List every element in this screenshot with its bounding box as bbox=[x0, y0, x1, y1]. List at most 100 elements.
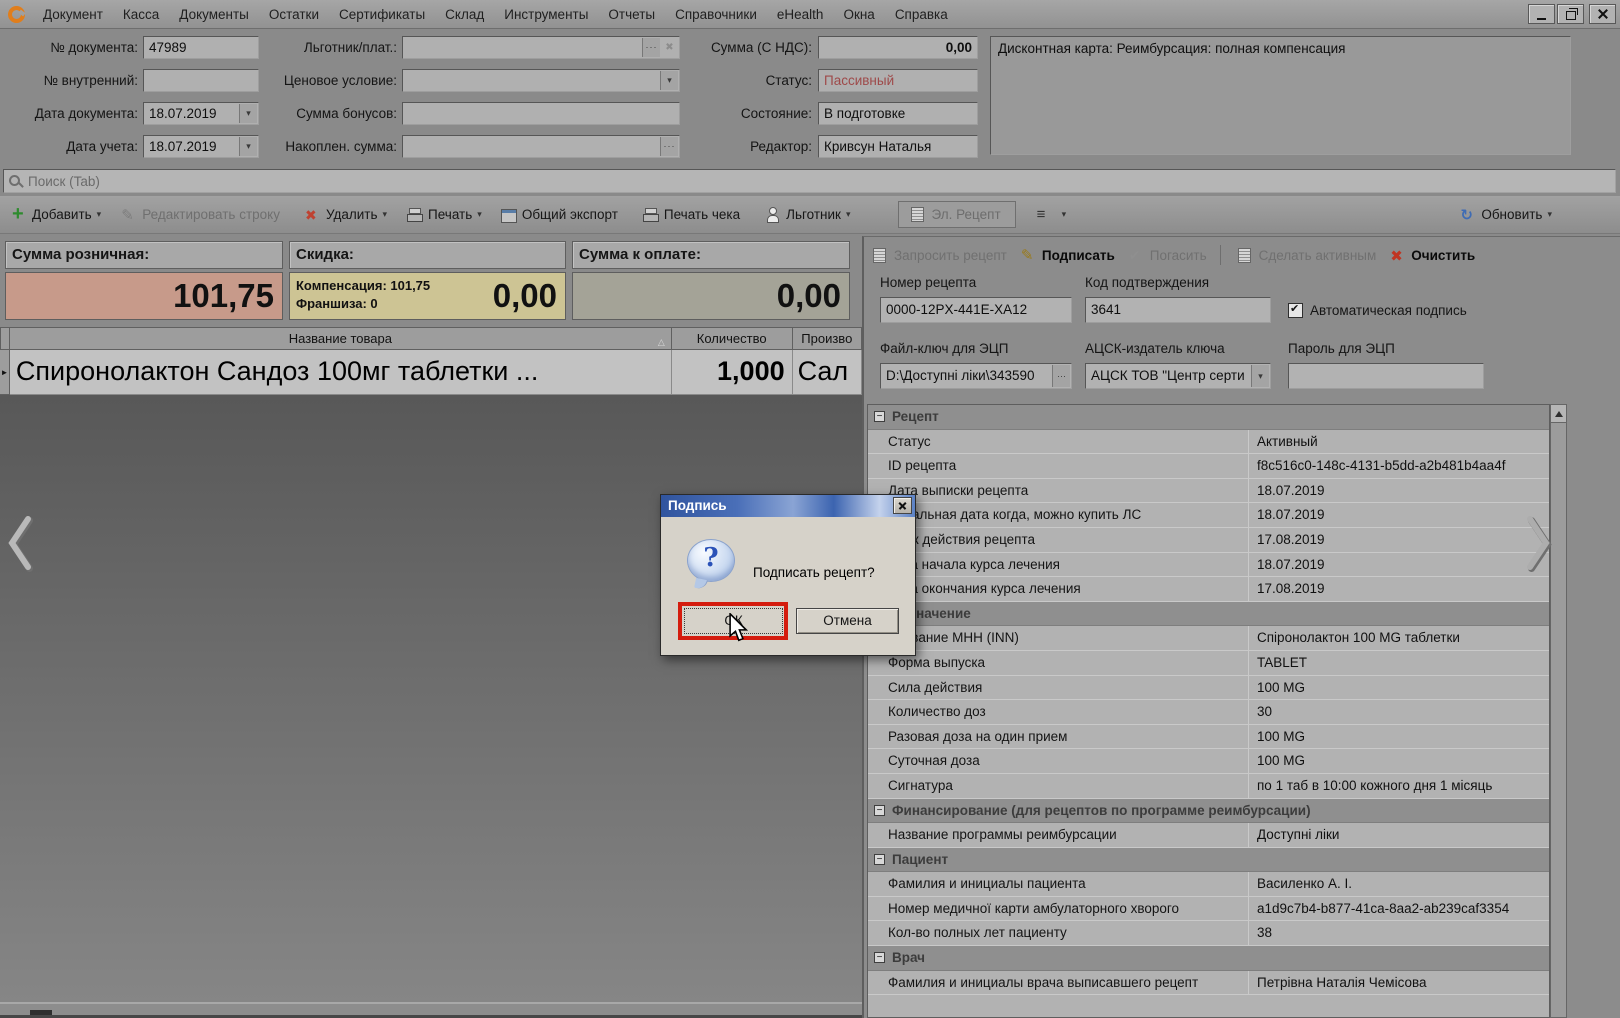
details-scrollbar[interactable] bbox=[1550, 404, 1567, 1018]
menu-item[interactable]: Инструменты bbox=[494, 1, 598, 28]
price-condition-field[interactable]: ▾ bbox=[402, 69, 680, 92]
cancel-button[interactable]: Отмена bbox=[796, 608, 899, 634]
checkbox-checked-icon[interactable] bbox=[1288, 303, 1303, 318]
menu-item[interactable]: eHealth bbox=[767, 1, 834, 28]
detail-row[interactable]: −Форма выпуска TABLET bbox=[868, 651, 1549, 676]
prev-page-chevron-icon[interactable] bbox=[4, 514, 34, 572]
toolbar-label: Льготник bbox=[786, 207, 841, 222]
detail-row[interactable]: −Пациент bbox=[868, 848, 1549, 873]
menu-item[interactable]: Сертификаты bbox=[329, 1, 435, 28]
detail-row[interactable]: −Начальная дата когда, можно купить ЛС 1… bbox=[868, 503, 1549, 528]
toolbar-button[interactable]: Удалить ▾ bbox=[304, 207, 387, 223]
confirm-code-field[interactable]: 3641 bbox=[1085, 297, 1271, 323]
detail-row[interactable]: −Название программы реимбурсации Доступн… bbox=[868, 823, 1549, 848]
detail-value: 100 MG bbox=[1248, 725, 1549, 749]
detail-row[interactable]: −Дата начала курса лечения 18.07.2019 bbox=[868, 553, 1549, 578]
detail-row[interactable]: −ID рецепта f8c516c0-148c-4131-b5dd-a2b4… bbox=[868, 454, 1549, 479]
detail-row[interactable]: −Срок действия рецепта 17.08.2019 bbox=[868, 528, 1549, 553]
detail-row[interactable]: −Название МНН (INN) Спіронолактон 100 MG… bbox=[868, 626, 1549, 651]
detail-label: −Сигнатура bbox=[868, 774, 1248, 798]
toolbar-button[interactable]: Редактировать строку bbox=[120, 207, 285, 223]
detail-row[interactable]: −Назначение bbox=[868, 602, 1549, 627]
rx-action-button[interactable]: Очистить bbox=[1389, 247, 1475, 263]
dialog-close-button[interactable] bbox=[893, 497, 912, 514]
discount-detail: Компенсация: 101,75 Франшиза: 0 bbox=[296, 277, 430, 313]
detail-row[interactable]: −Номер медичної карти амбулаторного хвор… bbox=[868, 897, 1549, 922]
ellipsis-button[interactable]: ··· bbox=[642, 38, 660, 57]
refresh-button[interactable]: Обновить ▾ bbox=[1459, 207, 1552, 223]
detail-row[interactable]: −Статус Активный bbox=[868, 430, 1549, 455]
next-page-chevron-icon[interactable] bbox=[1524, 514, 1554, 572]
detail-row[interactable]: −Сигнатура по 1 таб в 10:00 кожного дня … bbox=[868, 774, 1549, 799]
rx-number-field[interactable]: 0000-12PX-441E-XA12 bbox=[880, 297, 1072, 323]
table-row[interactable]: ► Спиронолактон Сандоз 100мг таблетки ..… bbox=[0, 350, 862, 395]
account-date-field[interactable]: 18.07.2019▾ bbox=[143, 135, 259, 158]
menu-item[interactable]: Отчеты bbox=[598, 1, 665, 28]
menu-item[interactable]: Документ bbox=[33, 1, 113, 28]
detail-row[interactable]: −Суточная доза 100 MG bbox=[868, 749, 1549, 774]
caret-down-icon: ▾ bbox=[97, 209, 102, 220]
column-producer[interactable]: Произво bbox=[793, 327, 862, 350]
detail-row[interactable]: −Кол-во полных лет пациенту 38 bbox=[868, 921, 1549, 946]
menu-item[interactable]: Окна bbox=[833, 1, 884, 28]
rx-action-button[interactable]: Запросить рецепт bbox=[870, 247, 1007, 264]
toolbar-button[interactable]: ▾ bbox=[1035, 207, 1067, 223]
ecp-password-field[interactable] bbox=[1288, 363, 1484, 389]
discount-value: Компенсация: 101,75 Франшиза: 0 0,00 bbox=[289, 272, 566, 320]
menu-item[interactable]: Справочники bbox=[665, 1, 767, 28]
toolbar-button[interactable]: Эл. Рецепт bbox=[898, 201, 1016, 228]
detail-row[interactable]: −Фамилия и инициалы врача выписавшего ре… bbox=[868, 971, 1549, 996]
prescription-toolbar: Запросить рецепт Подписать Погасить bbox=[870, 242, 1475, 268]
ellipsis-button[interactable]: ··· bbox=[660, 137, 678, 156]
column-qty[interactable]: Количество bbox=[672, 327, 793, 350]
minimize-button[interactable] bbox=[1528, 4, 1555, 24]
key-file-field[interactable]: D:\Доступні ліки\343590··· bbox=[880, 363, 1072, 389]
search-bar[interactable]: Поиск (Tab) bbox=[3, 169, 1616, 193]
detail-row[interactable]: −Дата окончания курса лечения 17.08.2019 bbox=[868, 577, 1549, 602]
rx-action-button[interactable] bbox=[1220, 245, 1222, 265]
beneficiary-field[interactable]: ···✖ bbox=[402, 36, 680, 59]
bonus-sum-field[interactable] bbox=[402, 102, 680, 125]
collapse-minus-icon[interactable]: − bbox=[874, 805, 885, 816]
menu-item[interactable]: Остатки bbox=[259, 1, 329, 28]
toolbar-button[interactable]: Добавить ▾ bbox=[10, 207, 101, 223]
chevron-down-icon[interactable]: ▾ bbox=[660, 71, 678, 90]
detail-row[interactable]: −Фамилия и инициалы пациента Василенко А… bbox=[868, 872, 1549, 897]
rx-action-button[interactable]: Погасить bbox=[1128, 247, 1207, 263]
column-name[interactable]: Название товара△ bbox=[10, 327, 672, 350]
collapse-minus-icon[interactable]: − bbox=[874, 952, 885, 963]
beneficiary-label: Льготник/плат.: bbox=[260, 36, 397, 59]
detail-row[interactable]: −Сила действия 100 MG bbox=[868, 676, 1549, 701]
clear-x-icon[interactable]: ✖ bbox=[661, 38, 678, 57]
menu-item[interactable]: Склад bbox=[435, 1, 494, 28]
menu-item[interactable]: Касса bbox=[113, 1, 169, 28]
toolbar-button[interactable]: Общий экспорт bbox=[501, 207, 623, 223]
key-issuer-field[interactable]: АЦСК ТОВ "Центр серти▾ bbox=[1085, 363, 1271, 389]
detail-row[interactable]: −Финансирование (для рецептов по програм… bbox=[868, 799, 1549, 824]
menu-item[interactable]: Справка bbox=[885, 1, 958, 28]
doc-date-field[interactable]: 18.07.2019▾ bbox=[143, 102, 259, 125]
toolbar-button[interactable]: Печать чека bbox=[642, 207, 745, 223]
internal-number-field[interactable] bbox=[143, 69, 259, 92]
detail-row[interactable]: −Разовая доза на один прием 100 MG bbox=[868, 725, 1549, 750]
menu-item[interactable]: Документы bbox=[169, 1, 259, 28]
close-button[interactable] bbox=[1589, 4, 1616, 24]
detail-row[interactable]: −Количество доз 30 bbox=[868, 700, 1549, 725]
collapse-minus-icon[interactable]: − bbox=[874, 854, 885, 865]
scroll-up-icon[interactable] bbox=[1551, 405, 1566, 423]
restore-button[interactable] bbox=[1557, 4, 1584, 24]
detail-row[interactable]: −Дата выписки рецепта 18.07.2019 bbox=[868, 479, 1549, 504]
rx-action-button[interactable]: Подписать bbox=[1020, 247, 1115, 263]
chevron-down-icon[interactable]: ▾ bbox=[1251, 365, 1269, 387]
collapse-minus-icon[interactable]: − bbox=[874, 411, 885, 422]
toolbar-button[interactable]: Льготник ▾ bbox=[764, 207, 850, 223]
auto-sign-option[interactable]: Автоматическая подпись bbox=[1288, 303, 1467, 318]
detail-row[interactable]: −Врач bbox=[868, 946, 1549, 971]
compensation-line: Компенсация: 101,75 bbox=[296, 277, 430, 295]
ellipsis-button[interactable]: ··· bbox=[1052, 365, 1070, 387]
rx-action-button[interactable]: Сделать активным bbox=[1235, 247, 1377, 264]
toolbar-button[interactable]: Печать ▾ bbox=[406, 207, 482, 223]
detail-row[interactable]: −Рецепт bbox=[868, 405, 1549, 430]
doc-number-field[interactable]: 47989 bbox=[143, 36, 259, 59]
accumulated-sum-field[interactable]: ··· bbox=[402, 135, 680, 158]
